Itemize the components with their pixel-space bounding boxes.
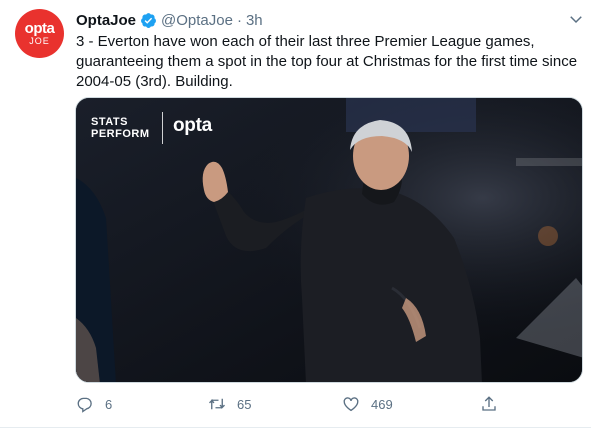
retweet-button[interactable]: 65 [208, 393, 251, 415]
stats-perform-logo: STATS PERFORM [91, 116, 150, 140]
chevron-down-icon[interactable] [566, 9, 586, 29]
tweet-text-line: 2004-05 (3rd). Building. [76, 73, 233, 90]
tweet-actions: 6 65 469 [76, 393, 506, 415]
opta-logo: opta [173, 115, 212, 136]
share-button[interactable] [480, 393, 498, 415]
separator-dot: · [236, 11, 242, 29]
logo-divider [162, 112, 163, 144]
author-name[interactable]: OptaJoe [76, 12, 136, 29]
reply-button[interactable]: 6 [76, 393, 112, 415]
photo-illustration [76, 98, 582, 382]
tweet-timestamp[interactable]: 3h [246, 12, 263, 29]
verified-badge-icon [140, 12, 157, 29]
tweet-text-line: 3 - Everton have won each of their last … [76, 33, 535, 50]
author-handle[interactable]: @OptaJoe [161, 12, 233, 29]
logo-stats-line1: STATS [91, 116, 128, 128]
retweet-count: 65 [237, 396, 252, 412]
tweet-text-line: guaranteeing them a spot in the top four… [76, 53, 578, 70]
like-button[interactable]: 469 [342, 393, 393, 415]
heart-icon [342, 395, 360, 413]
share-icon [480, 395, 498, 413]
tweet-text: 3 - Everton have won each of their last … [76, 32, 584, 92]
tweet-header: OptaJoe @OptaJoe · 3h [76, 10, 263, 30]
tweet-media-image[interactable]: STATS PERFORM opta [75, 97, 583, 383]
retweet-icon [208, 395, 226, 413]
avatar-brand-bottom: JOE [29, 35, 50, 46]
like-count: 469 [371, 396, 393, 412]
avatar[interactable]: opta JOE [15, 9, 64, 58]
tweet[interactable]: opta JOE OptaJoe @OptaJoe · 3h 3 - Evert… [0, 0, 591, 428]
avatar-brand-top: opta [24, 19, 55, 37]
logo-stats-line2: PERFORM [91, 128, 150, 140]
reply-count: 6 [105, 396, 113, 412]
reply-icon [76, 395, 94, 413]
